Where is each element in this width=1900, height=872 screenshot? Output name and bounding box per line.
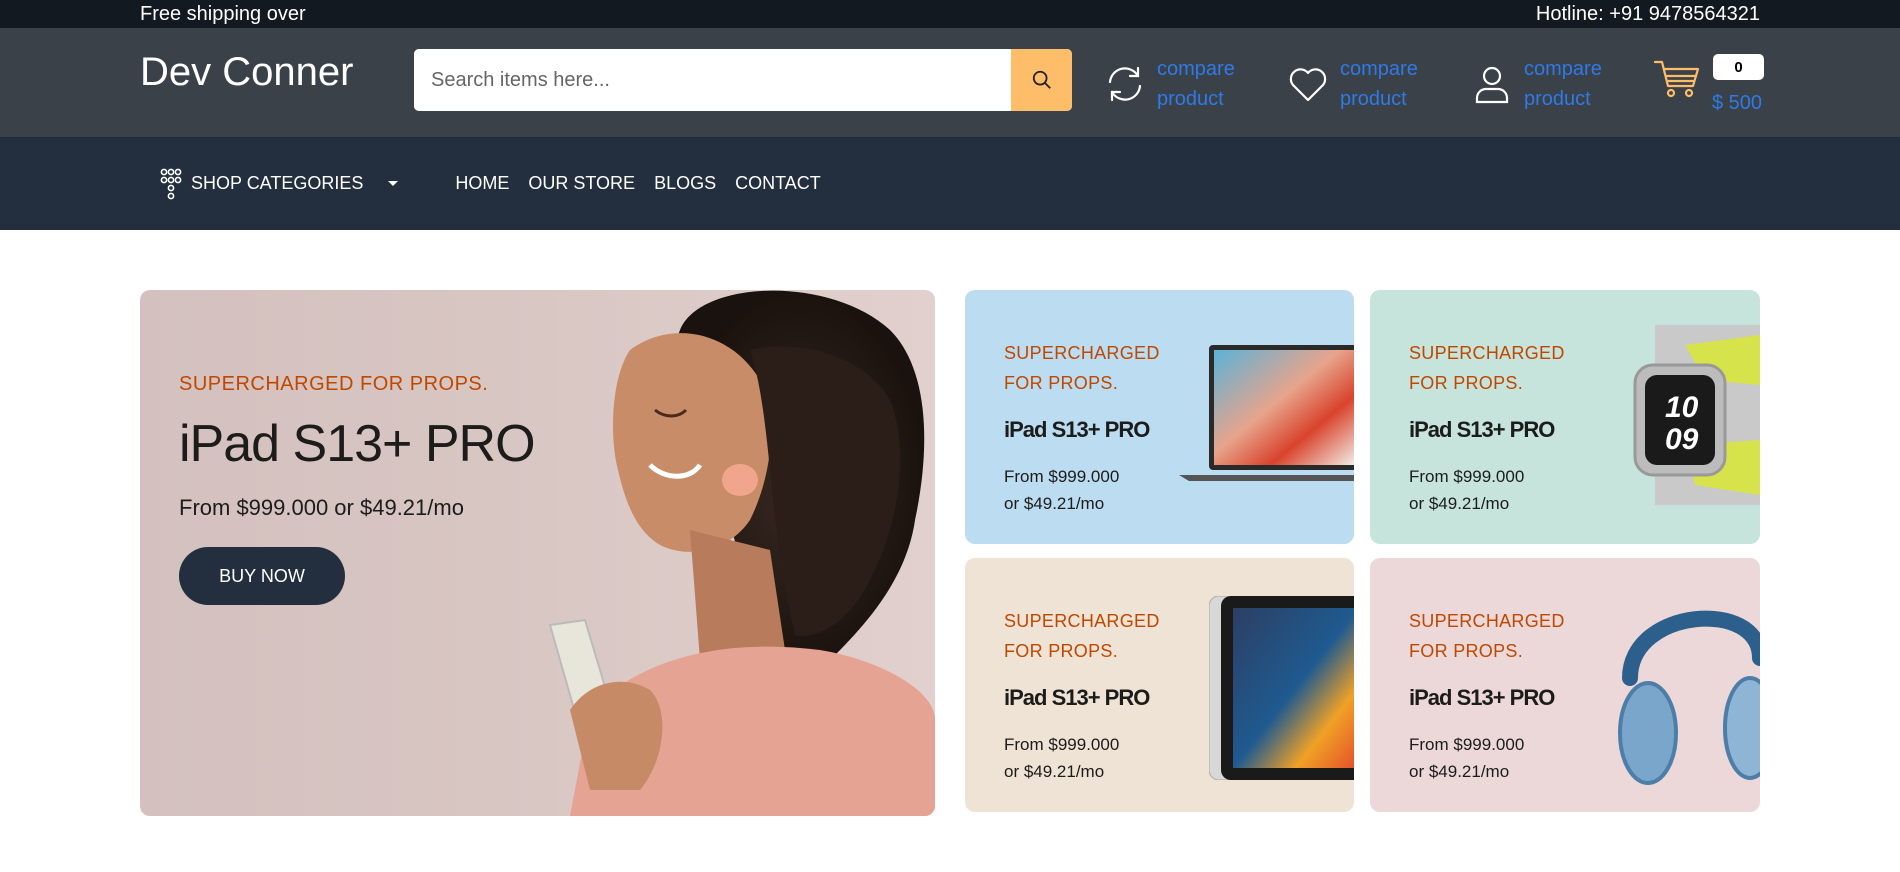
small-banner-subtitle: SUPERCHARGED FOR PROPS. xyxy=(1409,611,1565,661)
smartwatch-image: 10 09 xyxy=(1633,325,1760,505)
small-banner-subtitle: SUPERCHARGED FOR PROPS. xyxy=(1004,611,1160,661)
wishlist-link[interactable]: compare product xyxy=(1285,54,1418,114)
nav-contact[interactable]: CONTACT xyxy=(735,173,821,194)
main-nav: SHOP CATEGORIES HOME OUR STORE BLOGS CON… xyxy=(0,137,1900,230)
cart-link[interactable]: 0 $ 500 xyxy=(1653,54,1764,114)
small-banner-price-line2: or $49.21/mo xyxy=(1409,494,1510,513)
compare-link-line1: compare xyxy=(1157,58,1235,80)
main-banner: SUPERCHARGED FOR PROPS. iPad S13+ PRO Fr… xyxy=(140,290,935,816)
small-banner-price: From $999.000 or $49.21/mo xyxy=(1409,731,1599,785)
account-link[interactable]: compare product xyxy=(1469,54,1602,114)
header: Dev Conner compare product xyxy=(0,28,1900,137)
svg-text:10: 10 xyxy=(1665,391,1699,424)
woman-with-earbuds-image xyxy=(548,290,935,816)
small-banner-subtitle: SUPERCHARGED FOR PROPS. xyxy=(1409,343,1565,393)
small-banner-price-line2: or $49.21/mo xyxy=(1004,494,1105,513)
small-banner-price-line1: From $999.000 xyxy=(1409,467,1525,486)
shop-categories-label: SHOP CATEGORIES xyxy=(191,173,364,193)
small-banner-laptop[interactable]: SUPERCHARGED FOR PROPS. iPad S13+ PRO Fr… xyxy=(965,290,1354,544)
user-icon xyxy=(1469,62,1514,107)
small-banner-price: From $999.000 or $49.21/mo xyxy=(1004,731,1194,785)
refresh-icon xyxy=(1102,62,1147,107)
small-banner-price-line1: From $999.000 xyxy=(1409,735,1525,754)
account-link-line2: product xyxy=(1524,88,1591,110)
main-banner-subtitle: SUPERCHARGED FOR PROPS. xyxy=(179,373,489,395)
search-button[interactable] xyxy=(1011,49,1072,111)
small-banner-title: iPad S13+ PRO xyxy=(1409,417,1555,442)
search-input[interactable] xyxy=(414,49,1011,111)
small-banner-price-line1: From $999.000 xyxy=(1004,467,1120,486)
hotline-text[interactable]: Hotline: +91 9478564321 xyxy=(1536,3,1760,26)
wishlist-link-line2: product xyxy=(1340,88,1407,110)
headphones-image xyxy=(1618,610,1760,785)
search-bar xyxy=(414,49,1072,111)
main-banner-title: iPad S13+ PRO xyxy=(179,415,536,473)
small-banner-title: iPad S13+ PRO xyxy=(1004,417,1150,442)
small-banner-price: From $999.000 or $49.21/mo xyxy=(1004,463,1194,517)
small-banner-price-line2: or $49.21/mo xyxy=(1004,762,1105,781)
small-banner-price: From $999.000 or $49.21/mo xyxy=(1409,463,1599,517)
shop-categories-dropdown[interactable]: SHOP CATEGORIES xyxy=(159,168,399,200)
grid-dots-icon xyxy=(160,168,182,199)
laptop-image xyxy=(1179,345,1354,481)
main-banner-price: From $999.000 or $49.21/mo xyxy=(179,495,464,520)
buy-now-button[interactable]: BUY NOW xyxy=(179,547,345,605)
top-strip: Free shipping over Hotline: +91 94785643… xyxy=(0,0,1900,28)
nav-links: HOME OUR STORE BLOGS CONTACT xyxy=(455,173,820,194)
cart-count-badge: 0 xyxy=(1713,54,1764,80)
small-banner-tablet[interactable]: SUPERCHARGED FOR PROPS. iPad S13+ PRO Fr… xyxy=(965,558,1354,812)
account-link-line1: compare xyxy=(1524,58,1602,80)
small-banner-watch[interactable]: SUPERCHARGED FOR PROPS. iPad S13+ PRO Fr… xyxy=(1370,290,1760,544)
chevron-down-icon xyxy=(388,181,399,186)
small-banner-price-line2: or $49.21/mo xyxy=(1409,762,1510,781)
wishlist-link-line1: compare xyxy=(1340,58,1418,80)
nav-our-store[interactable]: OUR STORE xyxy=(528,173,635,194)
small-banner-title: iPad S13+ PRO xyxy=(1409,685,1555,710)
small-banner-price-line1: From $999.000 xyxy=(1004,735,1120,754)
shipping-text: Free shipping over xyxy=(140,2,306,25)
nav-home[interactable]: HOME xyxy=(455,173,509,194)
small-banner-headphones[interactable]: SUPERCHARGED FOR PROPS. iPad S13+ PRO Fr… xyxy=(1370,558,1760,812)
compare-product-link[interactable]: compare product xyxy=(1102,54,1235,114)
search-icon xyxy=(1032,70,1051,89)
nav-blogs[interactable]: BLOGS xyxy=(654,173,716,194)
cart-icon xyxy=(1653,54,1701,107)
site-logo[interactable]: Dev Conner xyxy=(140,50,353,95)
heart-icon xyxy=(1285,62,1330,107)
small-banner-title: iPad S13+ PRO xyxy=(1004,685,1150,710)
cart-total: $ 500 xyxy=(1712,92,1763,114)
compare-link-line2: product xyxy=(1157,88,1224,110)
svg-text:09: 09 xyxy=(1665,423,1699,456)
small-banner-subtitle: SUPERCHARGED FOR PROPS. xyxy=(1004,343,1160,393)
tablet-image xyxy=(1209,596,1354,780)
